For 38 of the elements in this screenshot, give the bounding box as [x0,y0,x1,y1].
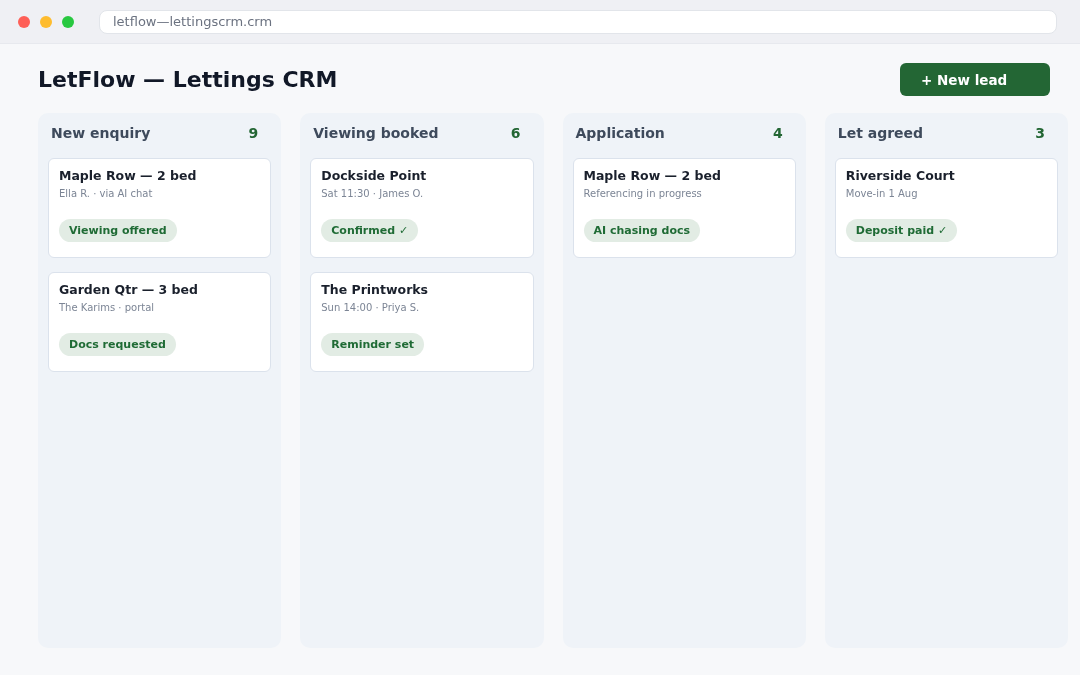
maximize-window-icon[interactable] [62,15,74,28]
lead-card[interactable]: Garden Qtr — 3 bed The Karims · portal Docs requested [48,272,272,372]
page-title: LetFlow — Lettings CRM [38,65,338,94]
column-count: 6 [510,125,521,141]
lead-card[interactable]: Dockside Point Sat 11:30 · James O. Confirmed ✓ [310,158,534,258]
status-tag: Docs requested [59,333,176,356]
new-lead-button[interactable]: + New lead [900,63,1050,96]
address-field[interactable]: letflow—lettingscrm.crm [99,9,1057,34]
card-title: Dockside Point [321,168,428,184]
lead-card[interactable]: The Printworks Sun 14:00 · Priya S. Reminder set [310,272,534,372]
card-title: Riverside Court [845,168,956,184]
card-subtitle: Sat 11:30 · James O. [321,187,425,201]
card-subtitle: Sun 14:00 · Priya S. [321,301,421,315]
card-subtitle: Referencing in progress [583,187,703,201]
column-title: Let agreed [837,125,924,141]
lead-card[interactable]: Riverside Court Move-in 1 Aug Deposit paid ✓ [834,158,1058,258]
column-count: 3 [1035,125,1045,141]
card-title: Maple Row — 2 bed [583,168,722,184]
minimize-window-icon[interactable] [40,15,52,28]
column-title: Viewing booked [313,125,439,141]
status-tag: AI chasing docs [583,219,701,242]
column-title: New enquiry [51,125,151,141]
card-subtitle: The Karims · portal [59,301,156,315]
lead-card[interactable]: Maple Row — 2 bed Referencing in progress AI chasing docs [572,158,796,258]
status-tag: Confirmed ✓ [321,219,419,242]
card-title: Maple Row — 2 bed [59,168,198,184]
status-tag: Reminder set [321,333,425,356]
column-count: 9 [248,125,259,141]
column-count: 4 [773,125,783,141]
close-window-icon[interactable] [18,15,30,28]
column-title: Application [575,125,665,141]
card-subtitle: Ella R. · via AI chat [59,187,154,201]
lead-card[interactable]: Maple Row — 2 bed Ella R. · via AI chat Viewing offered [48,158,272,258]
status-tag: Deposit paid ✓ [845,219,958,242]
status-tag: Viewing offered [59,219,177,242]
card-title: The Printworks [321,282,430,298]
card-subtitle: Move-in 1 Aug [845,187,919,201]
card-title: Garden Qtr — 3 bed [59,282,199,298]
